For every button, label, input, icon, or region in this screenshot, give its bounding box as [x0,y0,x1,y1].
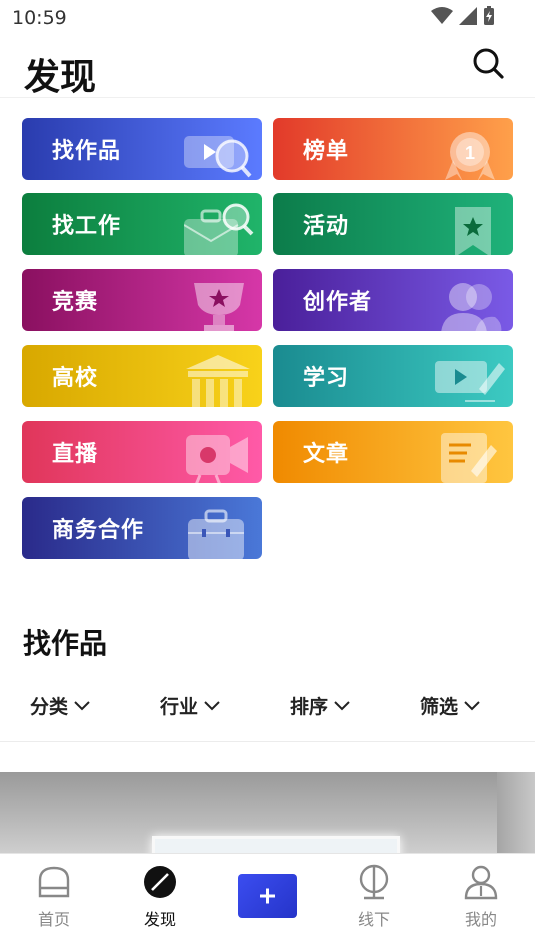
card-label: 直播 [52,442,99,467]
card-label: 找工作 [52,214,122,239]
filter-label: 行业 [160,696,199,718]
search-button[interactable] [471,46,505,80]
filter-label: 排序 [290,696,329,718]
bookmark-star-icon [455,207,491,255]
divider [0,741,535,742]
tab-label: 线下 [357,910,390,929]
filter-bar: 分类 行业 排序 筛选 [0,684,535,724]
document-edit-icon [441,433,497,483]
card-label: 高校 [52,366,99,391]
university-icon [186,355,250,407]
card-business[interactable]: 商务合作 [22,497,262,559]
card-label: 文章 [303,442,350,467]
work-thumbnail[interactable] [0,772,535,854]
svg-text:1: 1 [465,143,475,163]
medal-icon: 1 [445,132,495,180]
tab-bar: 首页 发现 线下 我的 [0,853,535,951]
trophy-icon [194,283,244,331]
card-label: 学习 [303,366,350,391]
page-title: 发现 [24,57,97,98]
chevron-down-icon [334,700,350,710]
video-edit-icon [435,361,505,402]
card-articles[interactable]: 文章 [273,421,513,483]
status-bar: 10:59 [0,0,535,36]
card-live[interactable]: 直播 [22,421,262,483]
profile-icon [464,865,498,900]
offline-icon [359,864,389,900]
card-label: 活动 [303,214,350,239]
plus-icon [260,888,275,904]
card-find-works[interactable]: 找作品 [22,118,262,180]
chevron-down-icon [204,700,220,710]
tab-offline[interactable]: 线下 [334,864,414,930]
filter-screen[interactable]: 筛选 [420,692,480,719]
card-find-job[interactable]: 找工作 [22,193,262,255]
filter-label: 筛选 [420,696,459,718]
card-leaderboard[interactable]: 榜单 1 [273,118,513,180]
tab-profile[interactable]: 我的 [441,864,521,930]
photo-light [152,836,400,854]
camera-icon [186,435,248,483]
header: 发现 [0,36,535,98]
chevron-down-icon [74,700,90,710]
card-label: 找作品 [52,139,122,164]
card-events[interactable]: 活动 [273,193,513,255]
photo-wall [497,772,535,854]
suitcase-icon [188,509,244,559]
home-icon [38,866,70,898]
search-icon [473,48,504,79]
card-label: 创作者 [303,290,373,315]
battery-icon [484,6,494,25]
chevron-down-icon [464,700,480,710]
wifi-icon [431,7,453,24]
status-time: 10:59 [12,7,67,29]
signal-icon [459,7,477,25]
discover-icon [144,866,176,898]
users-icon [441,283,502,331]
tab-label: 我的 [464,910,497,929]
filter-category[interactable]: 分类 [30,692,90,719]
briefcase-search-icon [184,203,254,255]
card-competition[interactable]: 竞赛 [22,269,262,331]
filter-sort[interactable]: 排序 [290,692,350,719]
tab-home[interactable]: 首页 [14,864,94,930]
card-label: 商务合作 [52,518,145,543]
filter-label: 分类 [30,696,69,718]
tab-discover[interactable]: 发现 [120,864,200,930]
filter-industry[interactable]: 行业 [160,692,220,719]
section-title: 找作品 [23,627,108,660]
status-icons [431,6,495,26]
card-creators[interactable]: 创作者 [273,269,513,331]
video-search-icon [184,136,252,178]
add-button[interactable] [238,874,297,918]
card-learning[interactable]: 学习 [273,345,513,407]
card-universities[interactable]: 高校 [22,345,262,407]
tab-label: 发现 [143,910,176,929]
card-label: 竞赛 [52,290,99,315]
card-label: 榜单 [303,139,350,164]
tab-label: 首页 [37,910,70,929]
